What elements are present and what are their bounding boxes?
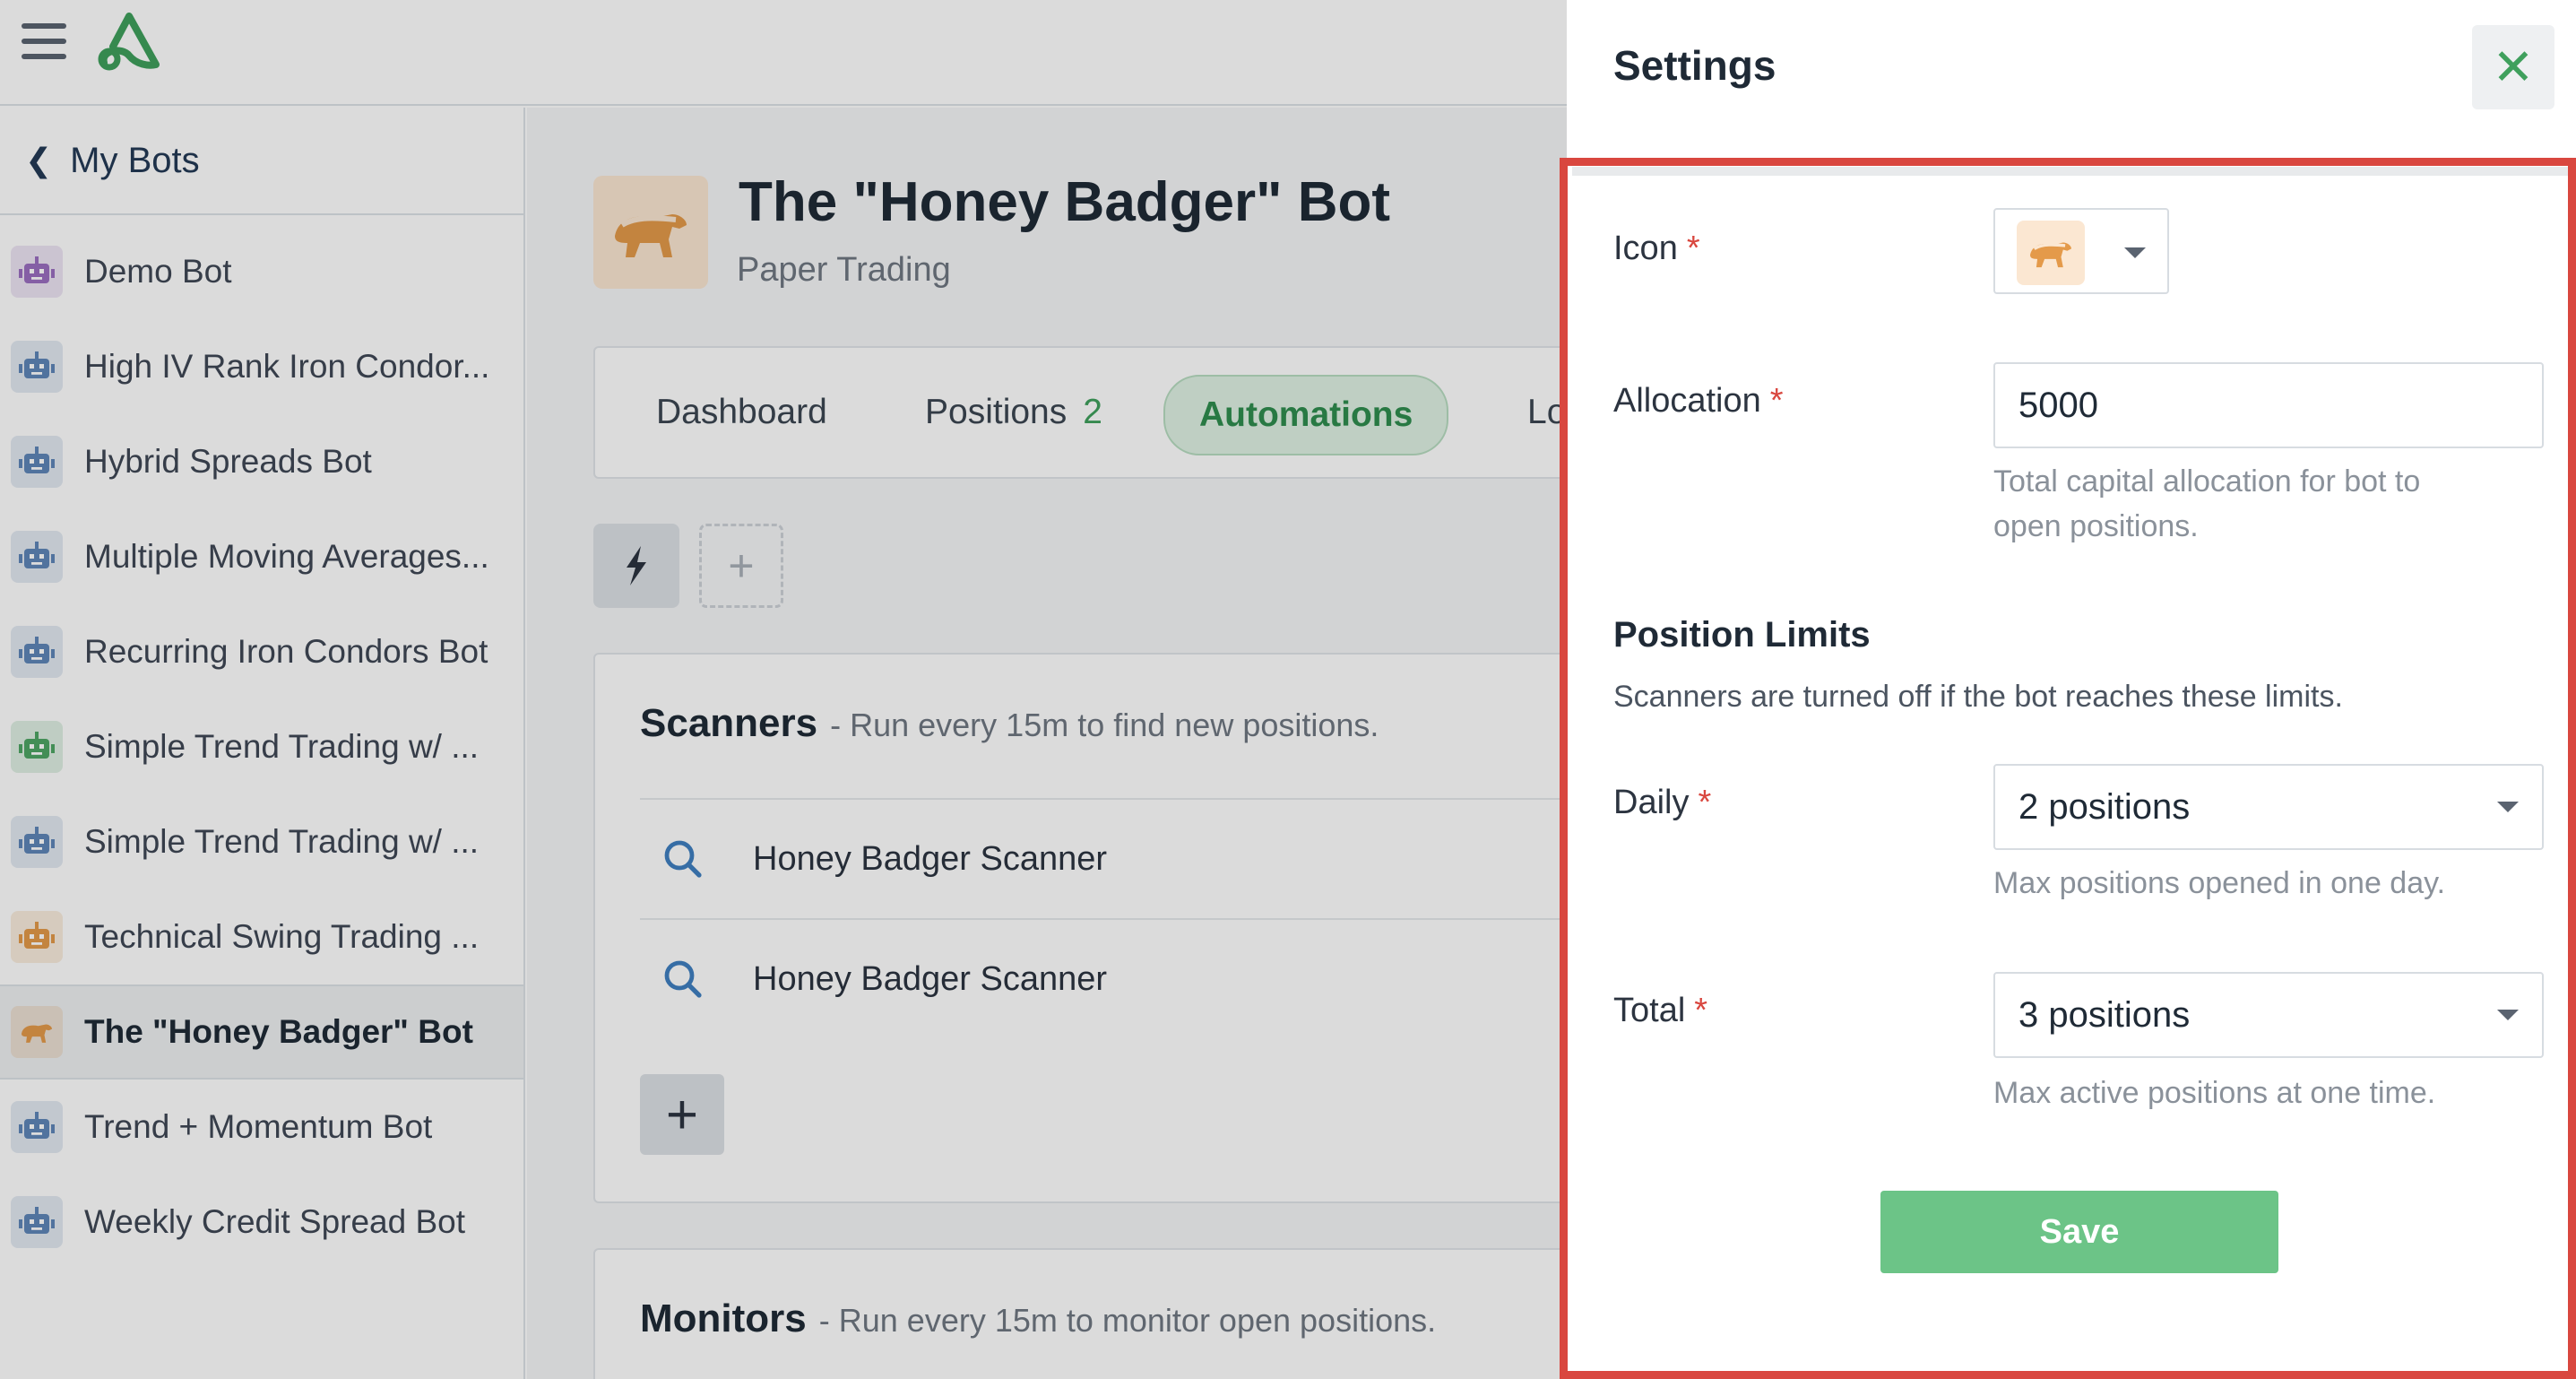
- modal-backdrop[interactable]: [0, 0, 1567, 1379]
- settings-title: Settings: [1613, 42, 1776, 89]
- close-button[interactable]: ✕: [2472, 25, 2554, 109]
- close-icon: ✕: [2492, 39, 2535, 95]
- highlight-annotation-box: [1560, 158, 2576, 1379]
